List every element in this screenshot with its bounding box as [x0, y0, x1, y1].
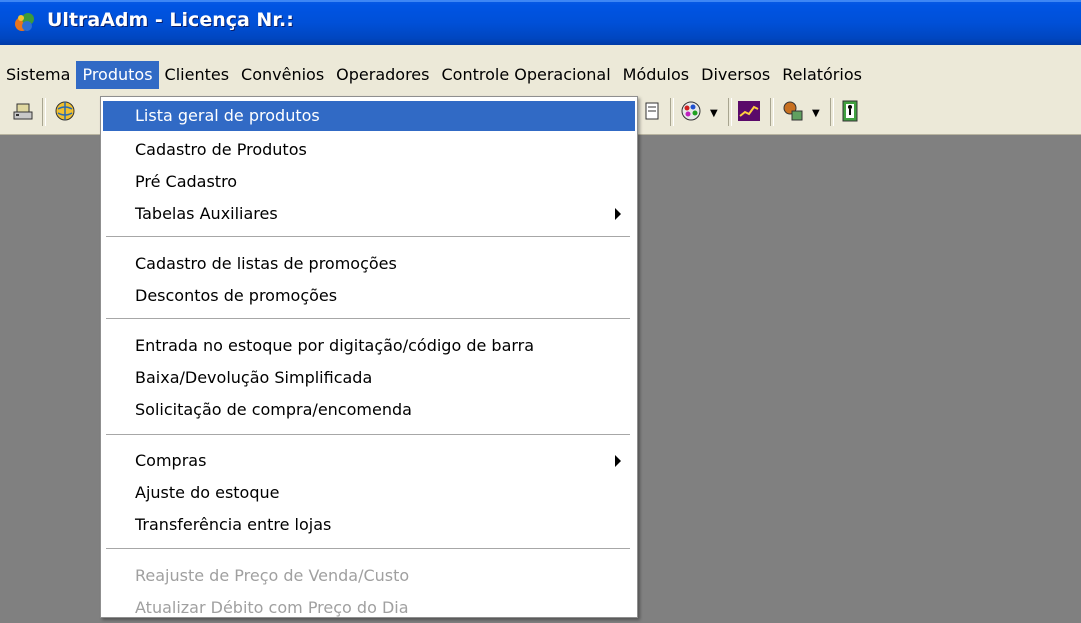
menubar-gap — [0, 45, 1081, 60]
app-logo-icon — [15, 13, 34, 31]
scanner-icon[interactable] — [10, 98, 36, 124]
menu-separator — [106, 318, 630, 320]
network-icon[interactable] — [780, 98, 806, 124]
exit-icon[interactable] — [838, 98, 864, 124]
globe-icon[interactable] — [52, 98, 78, 124]
menu-item-label: Compras — [135, 451, 207, 470]
menu-separator — [106, 548, 630, 550]
toolbar-separator — [42, 98, 46, 126]
menu-separator — [106, 236, 630, 238]
menu-relatorios[interactable]: Relatórios — [776, 61, 868, 89]
menu-clientes[interactable]: Clientes — [159, 61, 236, 89]
menu-produtos[interactable]: Produtos — [76, 61, 159, 89]
menu-item-label: Tabelas Auxiliares — [135, 204, 278, 223]
menu-convenios[interactable]: Convênios — [235, 61, 330, 89]
menu-item-compras[interactable]: Compras — [103, 446, 635, 476]
toolbar-separator — [728, 98, 732, 126]
produtos-dropdown-menu: Lista geral de produtos Cadastro de Prod… — [100, 96, 638, 618]
menu-item-baixa-devolucao[interactable]: Baixa/Devolução Simplificada — [103, 363, 635, 393]
menu-item-cadastro-listas-promocoes[interactable]: Cadastro de listas de promoções — [103, 249, 635, 279]
menu-item-cadastro-produtos[interactable]: Cadastro de Produtos — [103, 135, 635, 165]
menu-item-pre-cadastro[interactable]: Pré Cadastro — [103, 167, 635, 197]
color-palette-icon[interactable] — [678, 98, 704, 124]
file-icon[interactable] — [640, 98, 666, 124]
title-bar[interactable]: UltraAdm - Licença Nr.: — [0, 0, 1081, 45]
menu-item-lista-geral[interactable]: Lista geral de produtos — [103, 101, 635, 131]
menu-item-atualizar-debito[interactable]: Atualizar Débito com Preço do Dia — [103, 593, 635, 623]
menu-modulos[interactable]: Módulos — [617, 61, 695, 89]
chart-icon[interactable] — [736, 98, 762, 124]
menu-item-descontos-promocoes[interactable]: Descontos de promoções — [103, 281, 635, 311]
submenu-arrow-icon — [615, 455, 621, 467]
menu-separator — [106, 434, 630, 436]
menu-item-tabelas-auxiliares[interactable]: Tabelas Auxiliares — [103, 199, 635, 229]
dropdown-arrow-icon[interactable]: ▼ — [812, 108, 820, 119]
menu-item-entrada-estoque[interactable]: Entrada no estoque por digitação/código … — [103, 331, 635, 361]
window-title: UltraAdm - Licença Nr.: — [47, 9, 294, 31]
menu-item-solicitacao-compra[interactable]: Solicitação de compra/encomenda — [103, 395, 635, 425]
dropdown-arrow-icon[interactable]: ▼ — [710, 108, 718, 119]
toolbar-separator — [770, 98, 774, 126]
menu-operadores[interactable]: Operadores — [330, 61, 435, 89]
menu-sistema[interactable]: Sistema — [0, 61, 76, 89]
submenu-arrow-icon — [615, 208, 621, 220]
menu-diversos[interactable]: Diversos — [695, 61, 776, 89]
menu-item-transferencia-lojas[interactable]: Transferência entre lojas — [103, 510, 635, 540]
menu-items: Sistema Produtos Clientes Convênios Oper… — [0, 61, 868, 89]
menu-item-ajuste-estoque[interactable]: Ajuste do estoque — [103, 478, 635, 508]
toolbar-separator — [830, 98, 834, 126]
menu-controle-operacional[interactable]: Controle Operacional — [435, 61, 616, 89]
menu-item-reajuste-preco[interactable]: Reajuste de Preço de Venda/Custo — [103, 561, 635, 591]
toolbar-separator — [670, 98, 674, 126]
